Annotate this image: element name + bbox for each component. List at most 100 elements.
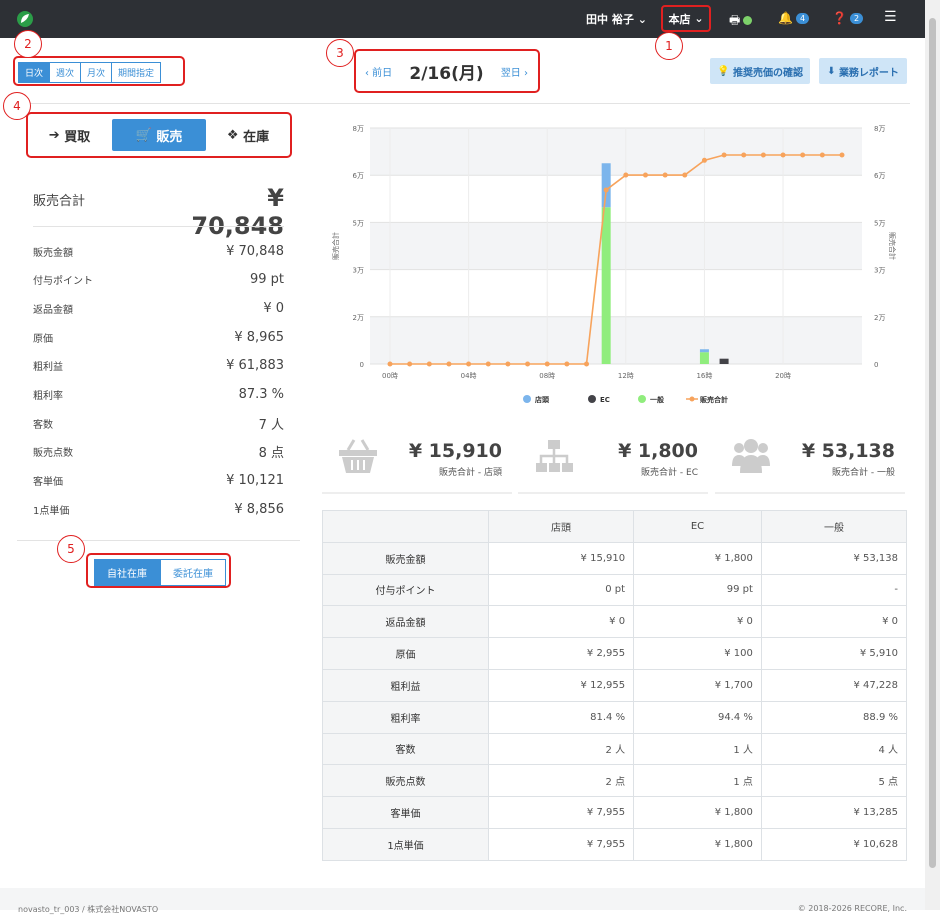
line-point xyxy=(485,361,491,367)
tab-purchase[interactable]: ➔ 買取 xyxy=(27,119,112,151)
x-tick-label: 08時 xyxy=(539,372,555,380)
recommend-price-button[interactable]: 💡 推奨売価の確認 xyxy=(710,58,810,84)
sign-in-icon: ➔ xyxy=(48,127,60,143)
table-row: 販売点数 2 点1 点5 点 xyxy=(322,764,908,798)
bar-general xyxy=(601,207,611,364)
tab-weekly[interactable]: 週次 xyxy=(49,62,82,83)
summary-row: 販売点数 8 点 xyxy=(33,442,284,462)
table-cell: ¥ 53,138 xyxy=(760,541,908,575)
kpi-general-label: 販売合計 - 一般 xyxy=(832,468,895,478)
prev-day-link[interactable]: ‹ 前日 xyxy=(365,64,392,79)
current-date: 2/16(月) xyxy=(409,63,484,84)
summary-row: 客単価 ¥ 10,121 xyxy=(33,471,284,491)
tab-monthly[interactable]: 月次 xyxy=(80,62,113,83)
logo-icon[interactable] xyxy=(16,10,34,28)
marker-3: 3 xyxy=(326,39,354,67)
chart-band xyxy=(370,128,862,176)
table-header: 店頭 xyxy=(487,510,635,543)
store-selector[interactable]: 本店 ⌄ xyxy=(661,5,711,32)
users-icon xyxy=(732,439,770,473)
row-label: 返品金額 xyxy=(322,605,489,639)
row-label: 原価 xyxy=(322,637,489,670)
tab-daily[interactable]: 日次 xyxy=(18,62,51,83)
summary-row-label: 販売金額 xyxy=(33,247,73,259)
recommend-price-label: 推奨売価の確認 xyxy=(732,67,803,79)
kpi-store-value: ¥ 15,910 xyxy=(408,440,502,462)
y-tick-label: 8万 xyxy=(353,125,364,133)
bar-general xyxy=(699,352,709,364)
status-dot-icon xyxy=(743,16,753,25)
bar-ec xyxy=(719,358,729,364)
line-point xyxy=(525,361,531,367)
row-label: 粗利益 xyxy=(322,668,489,702)
legend-label: 販売合計 xyxy=(700,395,728,404)
summary-row-value: 99 pt xyxy=(249,272,284,288)
y-tick-label: 2万 xyxy=(353,314,364,322)
top-navbar: 田中 裕子 ⌄ 本店 ⌄ 🖶 🔔 4 ❓ 2 ☰ xyxy=(0,0,925,38)
row-label: 販売金額 xyxy=(322,541,489,575)
date-navigator: ‹ 前日 2/16(月) 翌日 › xyxy=(355,50,538,92)
bar-store xyxy=(601,163,611,208)
chevron-down-icon: ⌄ xyxy=(637,13,647,26)
legend-label: 店頭 xyxy=(535,395,550,404)
y-tick-label: 0 xyxy=(360,361,364,369)
legend-marker xyxy=(638,395,646,403)
line-point xyxy=(760,152,766,158)
line-point xyxy=(642,172,648,178)
notifications-button[interactable]: 🔔 4 xyxy=(778,11,810,25)
hamburger-menu-icon[interactable]: ☰ xyxy=(884,9,897,25)
marker-1: 1 xyxy=(655,32,683,60)
notif-badge: 4 xyxy=(795,13,810,24)
line-point xyxy=(387,361,393,367)
table-cell: 99 pt xyxy=(633,573,762,607)
table-cell: ¥ 0 xyxy=(760,605,908,639)
summary-row-label: 販売点数 xyxy=(33,448,73,460)
tab-inventory[interactable]: ❖ 在庫 xyxy=(206,119,290,151)
y-tick-label-right: 6万 xyxy=(874,172,885,180)
summary-row-value: ¥ 8,965 xyxy=(234,329,284,345)
table-cell: ¥ 15,910 xyxy=(487,541,635,575)
row-label: 販売点数 xyxy=(322,764,489,798)
table-row: 粗利益 ¥ 12,955 ¥ 1,700 ¥ 47,228 xyxy=(322,668,908,702)
own-stock-button[interactable]: 自社在庫 xyxy=(94,559,160,586)
table-header: EC xyxy=(633,510,762,543)
kpi-ec: ¥ 1,800 販売合計 - EC xyxy=(518,430,708,494)
line-point xyxy=(446,361,452,367)
help-button[interactable]: ❓ 2 xyxy=(832,11,864,25)
line-point xyxy=(623,172,629,178)
y-tick-label: 6万 xyxy=(353,172,364,180)
basket-icon xyxy=(339,439,377,473)
printer-status[interactable]: 🖶 xyxy=(729,11,753,32)
line-point xyxy=(662,172,668,178)
line-point xyxy=(800,152,806,158)
user-menu[interactable]: 田中 裕子 ⌄ xyxy=(586,11,647,27)
summary-row: 付与ポイント 99 pt xyxy=(33,270,284,290)
summary-row-value: ¥ 70,848 xyxy=(226,243,284,259)
summary-row-label: 客単価 xyxy=(33,477,63,489)
tab-purchase-label: 買取 xyxy=(64,129,91,145)
line-point xyxy=(701,157,707,163)
marker-4: 4 xyxy=(3,92,31,120)
sitemap-icon xyxy=(536,440,573,472)
scrollbar-thumb[interactable] xyxy=(929,18,936,868)
line-point xyxy=(682,172,688,178)
kpi-store-label: 販売合計 - 店頭 xyxy=(439,468,502,478)
legend-marker xyxy=(588,395,596,403)
kpi-ec-value: ¥ 1,800 xyxy=(618,440,698,462)
x-tick-label: 04時 xyxy=(461,372,477,380)
user-name: 田中 裕子 xyxy=(586,13,634,26)
tab-custom-range[interactable]: 期間指定 xyxy=(111,62,162,83)
business-report-button[interactable]: ⬇ 業務レポート xyxy=(819,58,907,84)
consignment-stock-button[interactable]: 委託在庫 xyxy=(160,559,226,586)
divider xyxy=(14,103,910,104)
y-tick-label-right: 0 xyxy=(874,361,878,369)
next-day-link[interactable]: 翌日 › xyxy=(501,64,528,79)
cubes-icon: ❖ xyxy=(226,127,239,143)
summary-row-value: 8 点 xyxy=(258,446,284,462)
tab-sales[interactable]: 🛒 販売 xyxy=(112,119,206,151)
line-point xyxy=(426,361,432,367)
table-row: 返品金額 ¥ 0 ¥ 0 ¥ 0 xyxy=(322,605,908,639)
line-point xyxy=(544,361,550,367)
chart-band xyxy=(370,316,862,364)
y-tick-label: 3万 xyxy=(353,267,364,275)
